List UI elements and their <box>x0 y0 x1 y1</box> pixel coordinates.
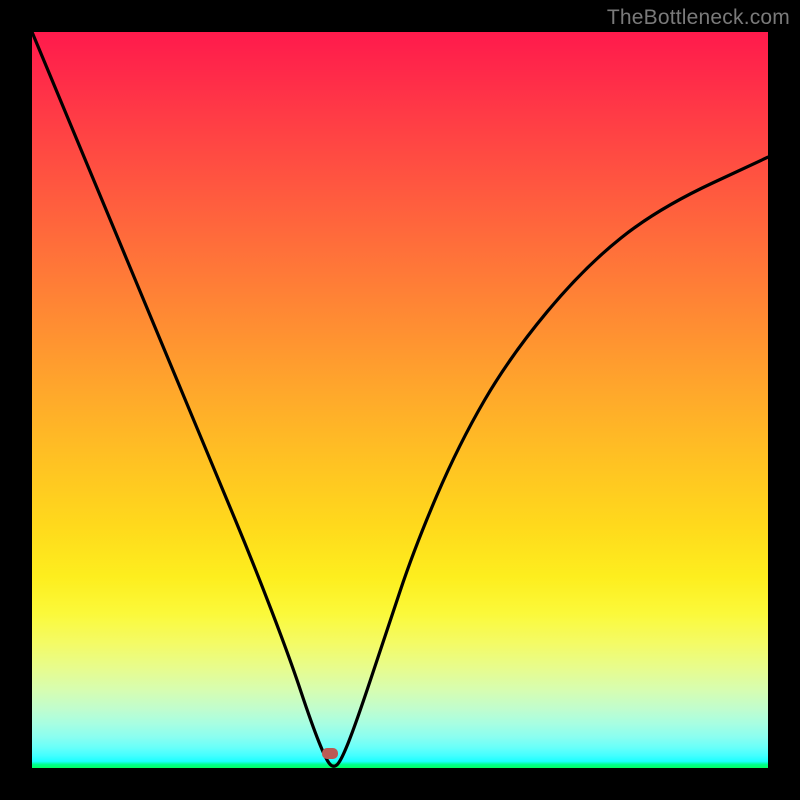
bottleneck-curve <box>32 32 768 768</box>
plot-area <box>32 32 768 768</box>
optimal-point-marker <box>322 748 338 759</box>
chart-frame: TheBottleneck.com <box>0 0 800 800</box>
watermark-text: TheBottleneck.com <box>607 6 790 30</box>
